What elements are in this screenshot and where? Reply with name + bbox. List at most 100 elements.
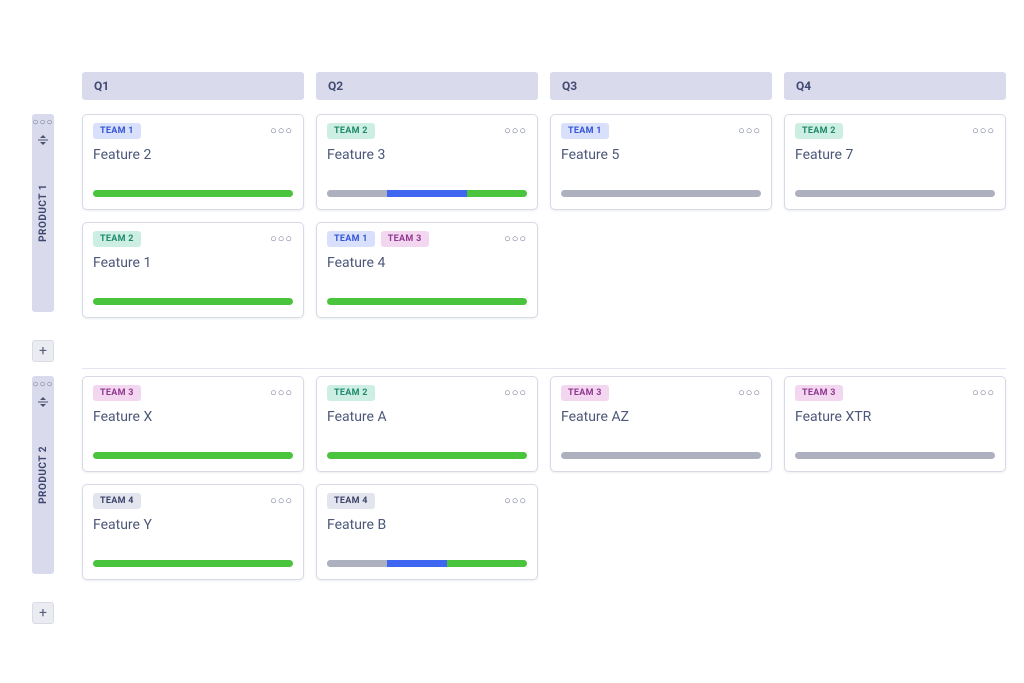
column-header[interactable]: Q4: [784, 72, 1006, 100]
feature-card[interactable]: TEAM 2 ○○○ Feature 3: [316, 114, 538, 210]
card-more-icon[interactable]: ○○○: [270, 125, 293, 136]
feature-card[interactable]: TEAM 3○○○Feature X: [82, 376, 304, 472]
column-header[interactable]: Q2: [316, 72, 538, 100]
card-title: Feature 3: [327, 147, 527, 163]
feature-card[interactable]: TEAM 2 ○○○ Feature A: [316, 376, 538, 472]
add-swimlane-button[interactable]: +: [32, 340, 54, 362]
column: TEAM 3 ○○○ Feature XTR: [784, 376, 1006, 580]
team-badge: TEAM 2: [795, 123, 843, 139]
column-headers-row: Q1 Q2 Q3 Q4: [82, 72, 1006, 100]
card-more-icon[interactable]: ○○○: [270, 387, 293, 398]
progress-segment: [561, 190, 761, 197]
progress-segment: [93, 190, 293, 197]
roadmap-board: Q1Q2Q3Q4 ○○○PRODUCT 1+TEAM 1○○○Feature 2…: [0, 0, 1024, 72]
card-title: Feature A: [327, 409, 527, 425]
progress-segment: [795, 190, 995, 197]
column: TEAM 3○○○Feature XTEAM 4○○○Feature Y: [82, 376, 304, 580]
card-badges: TEAM 2: [327, 123, 527, 139]
card-title: Feature 5: [561, 147, 761, 163]
more-icon[interactable]: ○○○: [32, 380, 53, 390]
card-title: Feature X: [93, 409, 293, 425]
card-title: Feature 1: [93, 255, 293, 271]
team-badge: TEAM 4: [93, 493, 141, 509]
progress-bar: [795, 190, 995, 197]
card-more-icon[interactable]: ○○○: [270, 495, 293, 506]
card-badges: TEAM 1TEAM 3: [327, 231, 527, 247]
progress-segment: [387, 560, 447, 567]
card-more-icon[interactable]: ○○○: [504, 387, 527, 398]
card-more-icon[interactable]: ○○○: [972, 125, 995, 136]
card-more-icon[interactable]: ○○○: [504, 495, 527, 506]
feature-card[interactable]: TEAM 1 ○○○ Feature 5: [550, 114, 772, 210]
progress-segment: [327, 190, 387, 197]
card-badges: TEAM 3: [561, 385, 761, 401]
feature-card[interactable]: TEAM 2 ○○○ Feature 7: [784, 114, 1006, 210]
feature-card[interactable]: TEAM 2 ○○○ Feature 1: [82, 222, 304, 318]
card-badges: TEAM 2: [93, 231, 293, 247]
collapse-icon[interactable]: [37, 396, 49, 408]
progress-bar: [93, 452, 293, 459]
team-badge: TEAM 3: [795, 385, 843, 401]
team-badge: TEAM 2: [327, 385, 375, 401]
lane-divider: [82, 368, 1006, 369]
team-badge: TEAM 1: [93, 123, 141, 139]
cards-area: TEAM 1○○○Feature 2TEAM 2○○○Feature 1TEAM…: [82, 114, 1006, 318]
lane-rail[interactable]: ○○○ PRODUCT 2: [32, 376, 54, 574]
column-header[interactable]: Q1: [82, 72, 304, 100]
feature-card[interactable]: TEAM 3 ○○○ Feature AZ: [550, 376, 772, 472]
card-more-icon[interactable]: ○○○: [972, 387, 995, 398]
card-badges: TEAM 1: [561, 123, 761, 139]
card-title: Feature XTR: [795, 409, 995, 425]
column: TEAM 2 ○○○ Feature 7: [784, 114, 1006, 318]
card-more-icon[interactable]: ○○○: [504, 125, 527, 136]
team-badge: TEAM 1: [561, 123, 609, 139]
progress-bar: [327, 452, 527, 459]
progress-segment: [447, 560, 527, 567]
column: TEAM 3 ○○○ Feature AZ: [550, 376, 772, 580]
more-icon[interactable]: ○○○: [32, 118, 53, 128]
progress-segment: [93, 452, 293, 459]
team-badge: TEAM 2: [327, 123, 375, 139]
column: TEAM 1 ○○○ Feature 5: [550, 114, 772, 318]
add-swimlane-button[interactable]: +: [32, 602, 54, 624]
collapse-icon[interactable]: [37, 134, 49, 146]
card-more-icon[interactable]: ○○○: [738, 387, 761, 398]
cards-area: TEAM 3○○○Feature XTEAM 4○○○Feature YTEAM…: [82, 376, 1006, 580]
feature-card[interactable]: TEAM 4○○○Feature Y: [82, 484, 304, 580]
card-title: Feature B: [327, 517, 527, 533]
card-more-icon[interactable]: ○○○: [504, 233, 527, 244]
card-title: Feature 7: [795, 147, 995, 163]
card-badges: TEAM 4: [327, 493, 527, 509]
progress-segment: [561, 452, 761, 459]
card-badges: TEAM 2: [327, 385, 527, 401]
progress-segment: [93, 298, 293, 305]
column: TEAM 1○○○Feature 2TEAM 2○○○Feature 1: [82, 114, 304, 318]
card-more-icon[interactable]: ○○○: [738, 125, 761, 136]
progress-segment: [387, 190, 467, 197]
progress-bar: [93, 560, 293, 567]
card-badges: TEAM 4: [93, 493, 293, 509]
feature-card[interactable]: TEAM 1○○○Feature 2: [82, 114, 304, 210]
progress-segment: [327, 452, 527, 459]
progress-segment: [467, 190, 527, 197]
feature-card[interactable]: TEAM 1TEAM 3○○○ Feature 4: [316, 222, 538, 318]
card-more-icon[interactable]: ○○○: [270, 233, 293, 244]
card-title: Feature 4: [327, 255, 527, 271]
progress-bar: [561, 190, 761, 197]
progress-bar: [93, 190, 293, 197]
card-badges: TEAM 2: [795, 123, 995, 139]
feature-card[interactable]: TEAM 3 ○○○ Feature XTR: [784, 376, 1006, 472]
progress-bar: [93, 298, 293, 305]
column: TEAM 2○○○Feature 3TEAM 1TEAM 3○○○Feature…: [316, 114, 538, 318]
feature-card[interactable]: TEAM 4 ○○○ Feature B: [316, 484, 538, 580]
team-badge: TEAM 2: [93, 231, 141, 247]
team-badge: TEAM 4: [327, 493, 375, 509]
lane-title: PRODUCT 1: [38, 184, 49, 242]
lane-title: PRODUCT 2: [38, 446, 49, 504]
team-badge: TEAM 1: [327, 231, 375, 247]
card-title: Feature AZ: [561, 409, 761, 425]
column-header[interactable]: Q3: [550, 72, 772, 100]
lane-rail[interactable]: ○○○ PRODUCT 1: [32, 114, 54, 312]
team-badge: TEAM 3: [561, 385, 609, 401]
progress-bar: [327, 190, 527, 197]
